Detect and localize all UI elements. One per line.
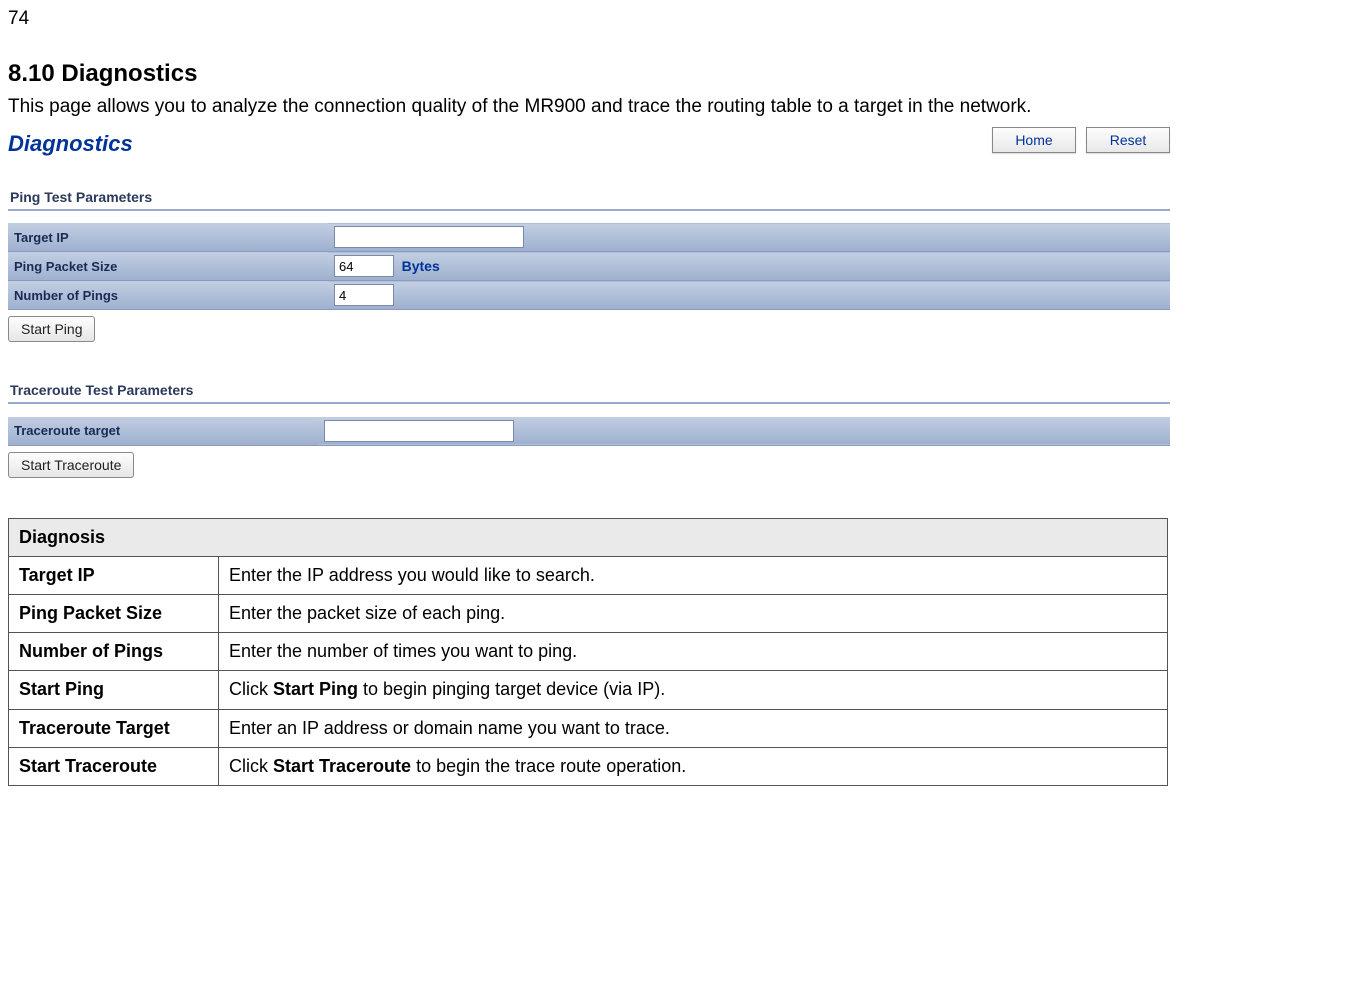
home-button[interactable]: Home xyxy=(992,127,1076,153)
diagnosis-table-title: Diagnosis xyxy=(9,518,1168,556)
ui-header: Diagnostics Home Reset xyxy=(8,127,1170,157)
row-label: Start Ping xyxy=(9,671,219,709)
row-desc: Click Start Ping to begin pinging target… xyxy=(219,671,1168,709)
diagnostics-ui-panel: Diagnostics Home Reset Ping Test Paramet… xyxy=(8,127,1170,488)
target-ip-row: Target IP xyxy=(8,223,1170,252)
row-desc: Enter the number of times you want to pi… xyxy=(219,633,1168,671)
reset-button[interactable]: Reset xyxy=(1086,127,1170,153)
table-row: Traceroute Target Enter an IP address or… xyxy=(9,709,1168,747)
traceroute-target-label: Traceroute target xyxy=(8,416,318,445)
traceroute-section-header: Traceroute Test Parameters xyxy=(8,378,1170,404)
traceroute-target-row: Traceroute target xyxy=(8,416,1170,445)
num-pings-row: Number of Pings xyxy=(8,281,1170,310)
num-pings-input[interactable] xyxy=(334,284,394,306)
diagnosis-description-table: Diagnosis Target IP Enter the IP address… xyxy=(8,518,1168,786)
row-label: Traceroute Target xyxy=(9,709,219,747)
target-ip-input[interactable] xyxy=(334,226,524,248)
traceroute-target-input[interactable] xyxy=(324,420,514,442)
row-label: Ping Packet Size xyxy=(9,594,219,632)
ui-title: Diagnostics xyxy=(8,127,133,157)
page-number: 74 xyxy=(0,0,1355,30)
num-pings-label: Number of Pings xyxy=(8,281,328,310)
packet-size-label: Ping Packet Size xyxy=(8,252,328,281)
table-row: Start Traceroute Click Start Traceroute … xyxy=(9,747,1168,785)
start-ping-button[interactable]: Start Ping xyxy=(8,316,95,342)
start-traceroute-button[interactable]: Start Traceroute xyxy=(8,452,134,478)
row-desc: Enter the IP address you would like to s… xyxy=(219,556,1168,594)
row-desc: Click Start Traceroute to begin the trac… xyxy=(219,747,1168,785)
row-label: Number of Pings xyxy=(9,633,219,671)
row-label: Target IP xyxy=(9,556,219,594)
packet-size-unit: Bytes xyxy=(402,258,440,274)
section-heading: 8.10 Diagnostics xyxy=(8,60,1355,88)
page-content: 8.10 Diagnostics This page allows you to… xyxy=(0,30,1355,786)
row-label: Start Traceroute xyxy=(9,747,219,785)
packet-size-row: Ping Packet Size Bytes xyxy=(8,252,1170,281)
row-desc: Enter an IP address or domain name you w… xyxy=(219,709,1168,747)
row-desc: Enter the packet size of each ping. xyxy=(219,594,1168,632)
table-row: Target IP Enter the IP address you would… xyxy=(9,556,1168,594)
header-buttons: Home Reset xyxy=(992,127,1170,153)
target-ip-label: Target IP xyxy=(8,223,328,252)
traceroute-form-table: Traceroute target xyxy=(8,404,1170,446)
table-row: Ping Packet Size Enter the packet size o… xyxy=(9,594,1168,632)
packet-size-input[interactable] xyxy=(334,255,394,277)
table-row: Number of Pings Enter the number of time… xyxy=(9,633,1168,671)
table-row: Start Ping Click Start Ping to begin pin… xyxy=(9,671,1168,709)
intro-text: This page allows you to analyze the conn… xyxy=(8,94,1355,121)
ping-form-table: Target IP Ping Packet Size Bytes Number … xyxy=(8,211,1170,311)
ping-section-header: Ping Test Parameters xyxy=(8,185,1170,211)
